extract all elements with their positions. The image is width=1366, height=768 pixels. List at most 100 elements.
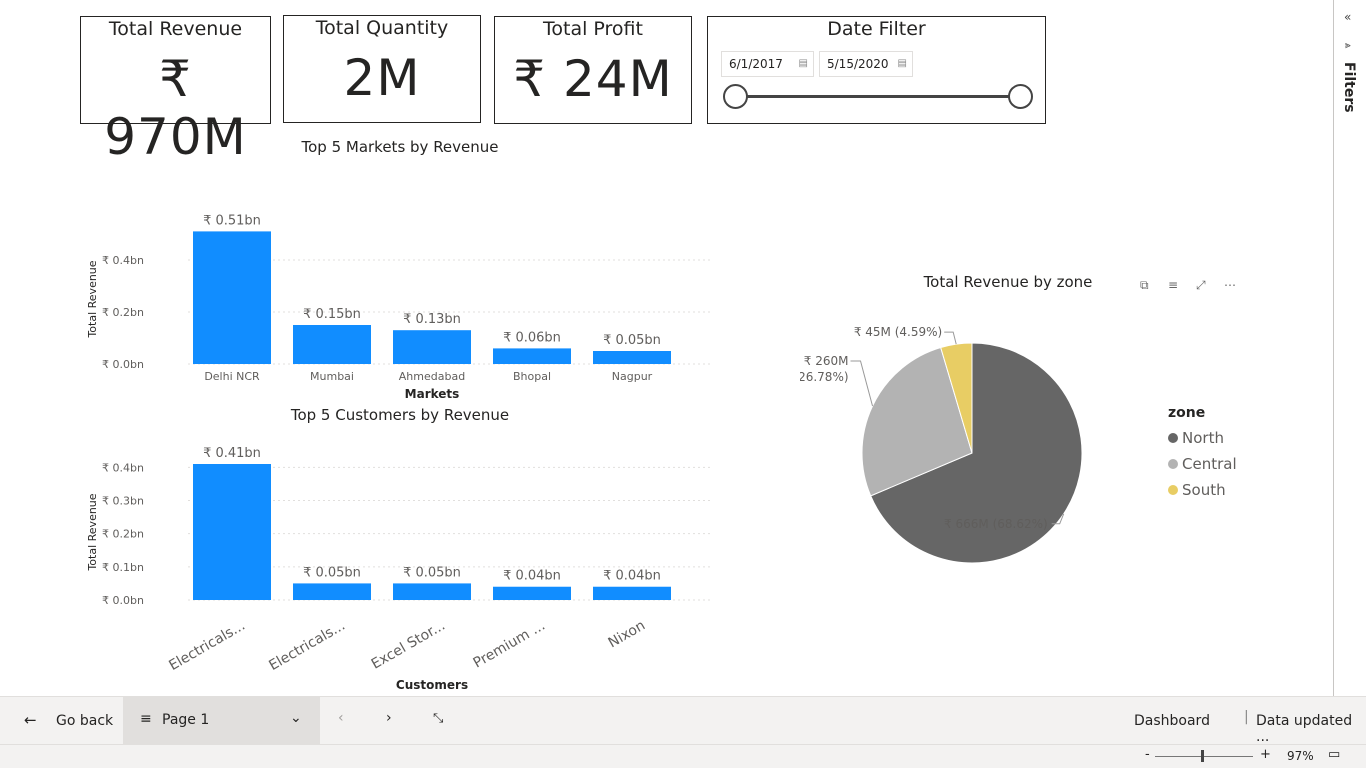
legend-item-south[interactable]: South — [1168, 481, 1237, 499]
filter-icon[interactable]: ≡ — [1168, 278, 1178, 292]
bar[interactable] — [293, 325, 371, 364]
page-list-icon: ≡ — [140, 711, 152, 727]
customers-bar-chart[interactable]: ₹ 0.0bn ₹ 0.1bn ₹ 0.2bn ₹ 0.3bn ₹ 0.4bn Total… — [80, 428, 720, 694]
more-options-icon[interactable]: ⋯ — [1224, 278, 1236, 292]
filters-pane[interactable]: « ⫸ Filters — [1333, 0, 1366, 696]
focus-mode-icon[interactable]: ⤢ — [1196, 278, 1206, 293]
y-tick-label: ₹ 0.0bn — [102, 594, 144, 607]
y-tick-label: ₹ 0.0bn — [102, 358, 144, 371]
bar[interactable] — [593, 586, 671, 600]
x-tick-label: Electricals... — [166, 618, 248, 674]
legend-label: Central — [1182, 455, 1237, 473]
zoom-level: 97% — [1287, 749, 1314, 763]
x-tick-label: Nixon — [606, 618, 648, 652]
x-tick-label: Excel Stor... — [369, 618, 448, 673]
total-profit-card[interactable]: Total Profit ₹ 24M — [494, 16, 692, 124]
chevron-down-icon[interactable]: ⌄ — [290, 710, 302, 726]
data-label: (26.78%) — [800, 370, 849, 384]
zone-legend: zone North Central South — [1168, 405, 1237, 499]
x-axis-title: Markets — [405, 387, 460, 401]
card-value: 2M — [343, 49, 421, 107]
legend-label: South — [1182, 481, 1226, 499]
dashboard-link[interactable]: Dashboard — [1134, 713, 1210, 729]
y-tick-label: ₹ 0.4bn — [102, 254, 144, 267]
data-label: ₹ 666M (68.62%) — [944, 517, 1048, 531]
collapse-pane-icon[interactable]: « — [1344, 10, 1351, 24]
data-label: ₹ 0.13bn — [403, 312, 461, 327]
legend-marker — [1168, 485, 1178, 495]
date-range-track[interactable] — [736, 95, 1021, 98]
go-back-button[interactable]: Go back — [56, 713, 113, 729]
legend-marker — [1168, 459, 1178, 469]
separator: | — [1244, 709, 1249, 725]
next-page-icon[interactable]: › — [386, 710, 392, 726]
bar[interactable] — [493, 586, 571, 600]
copy-icon[interactable]: ⧉ — [1140, 278, 1149, 293]
total-quantity-card[interactable]: Total Quantity 2M — [283, 15, 481, 123]
page-navigation-bar: ← Go back ≡ Page 1 ⌄ ‹ › ⤡ Dashboard | D… — [0, 696, 1366, 745]
date-filter-slicer[interactable]: Date Filter 6/1/2017 ▤ 5/15/2020 ▤ — [707, 16, 1046, 124]
start-date-input[interactable]: 6/1/2017 ▤ — [721, 51, 814, 77]
bar[interactable] — [193, 464, 271, 600]
data-label: ₹ 0.05bn — [603, 333, 661, 348]
start-slider-handle[interactable] — [723, 84, 748, 109]
y-axis-title: Total Revenue — [86, 493, 99, 571]
fit-to-page-icon[interactable]: ⤡ — [433, 711, 443, 726]
legend-item-central[interactable]: Central — [1168, 455, 1237, 473]
card-value: ₹ 24M — [513, 50, 673, 108]
y-tick-label: ₹ 0.4bn — [102, 461, 144, 474]
data-label: ₹ 260M — [804, 354, 849, 368]
calendar-icon[interactable]: ▤ — [898, 52, 907, 76]
previous-page-icon[interactable]: ‹ — [338, 710, 344, 726]
card-title: Total Profit — [543, 18, 643, 40]
y-tick-label: ₹ 0.2bn — [102, 528, 144, 541]
legend-item-north[interactable]: North — [1168, 429, 1237, 447]
markets-bar-chart[interactable]: ₹ 0.0bn ₹ 0.2bn ₹ 0.4bnTotal Revenue ₹ 0.51… — [80, 160, 720, 405]
y-tick-label: ₹ 0.1bn — [102, 561, 144, 574]
y-axis-title: Total Revenue — [86, 260, 99, 338]
x-tick-label: Mumbai — [310, 370, 354, 383]
end-slider-handle[interactable] — [1008, 84, 1033, 109]
visual-header-toolbar: ⧉ ≡ ⤢ ⋯ — [1140, 278, 1240, 294]
back-arrow-icon[interactable]: ← — [24, 711, 37, 729]
data-label: ₹ 0.05bn — [303, 565, 361, 580]
bar[interactable] — [593, 351, 671, 364]
bar[interactable] — [393, 583, 471, 600]
report-canvas: Total Revenue ₹ 970M Total Quantity 2M T… — [0, 0, 1333, 696]
x-axis-title: Customers — [396, 678, 468, 692]
data-label: ₹ 0.15bn — [303, 307, 361, 322]
x-tick-label: Ahmedabad — [399, 370, 465, 383]
data-label: ₹ 0.06bn — [503, 330, 561, 345]
y-tick-label: ₹ 0.3bn — [102, 494, 144, 507]
x-tick-label: Bhopal — [513, 370, 551, 383]
zoom-slider-handle[interactable] — [1201, 750, 1204, 762]
zone-chart-title: Total Revenue by zone — [923, 273, 1093, 291]
bar[interactable] — [193, 231, 271, 364]
bar[interactable] — [293, 583, 371, 600]
legend-title: zone — [1168, 405, 1206, 421]
x-tick-label: Electricals... — [266, 618, 348, 674]
calendar-icon[interactable]: ▤ — [799, 52, 808, 76]
customers-chart-title: Top 5 Customers by Revenue — [290, 406, 510, 424]
bar[interactable] — [493, 348, 571, 364]
page-name: Page 1 — [162, 712, 210, 728]
zoom-out-icon[interactable]: - — [1145, 747, 1150, 762]
total-revenue-card[interactable]: Total Revenue ₹ 970M — [80, 16, 271, 166]
status-bar: - + 97% ▭ — [0, 744, 1366, 768]
data-label: ₹ 0.05bn — [403, 565, 461, 580]
page-selector[interactable]: ≡ Page 1 ⌄ — [123, 697, 320, 745]
zoom-in-icon[interactable]: + — [1260, 747, 1271, 762]
data-updated-status: Data updated ... — [1256, 713, 1353, 745]
legend-marker — [1168, 433, 1178, 443]
filter-funnel-icon: ⫸ — [1345, 40, 1351, 51]
end-date-value: 5/15/2020 — [827, 57, 889, 71]
bar[interactable] — [393, 330, 471, 364]
card-title: Total Revenue — [108, 18, 243, 40]
zone-pie-chart[interactable]: ₹ 666M (68.62%) ₹ 260M (26.78%) ₹ 45M (4.59… — [800, 310, 1120, 600]
fit-screen-icon[interactable]: ▭ — [1328, 747, 1340, 762]
end-date-input[interactable]: 5/15/2020 ▤ — [819, 51, 913, 77]
zoom-slider-track[interactable] — [1155, 756, 1253, 757]
x-tick-label: Nagpur — [612, 370, 653, 383]
filters-pane-label[interactable]: Filters — [1341, 62, 1357, 113]
markets-chart-title: Top 5 Markets by Revenue — [301, 138, 499, 156]
